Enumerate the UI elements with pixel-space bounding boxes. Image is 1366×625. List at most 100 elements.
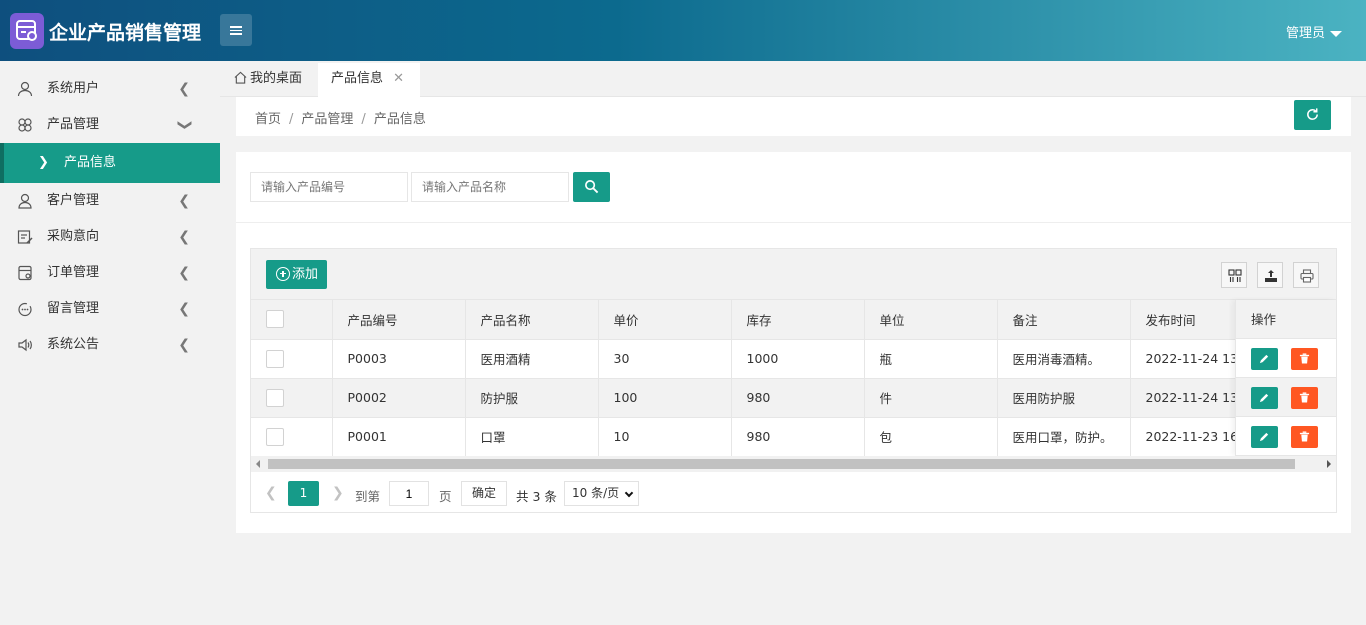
product-code-input[interactable] [250,172,408,202]
column-header[interactable]: 单价 [598,300,732,340]
sidebar-item-label: 客户管理 [47,193,100,208]
table-row[interactable]: P0003 医用酒精 30 1000 瓶 医用消毒酒精。 2022-11-24 … [251,339,1264,379]
sidebar-item-purchase-intent[interactable]: 采购意向 ❮ [0,219,220,255]
table-cell: 瓶 [864,339,998,379]
row-checkbox[interactable] [266,427,284,446]
edit-button[interactable] [1251,426,1278,448]
column-header[interactable]: 库存 [731,300,865,340]
app-title: 企业产品销售管理 [49,22,202,44]
user-icon [17,81,33,97]
add-button[interactable]: 添加 [266,260,327,289]
add-button-label: 添加 [292,267,319,282]
column-header[interactable]: 产品编号 [332,300,466,340]
goto-confirm-button[interactable]: 确定 [461,481,507,506]
table-cell: 1000 [731,339,865,379]
page-size-select[interactable]: 10 条/页 [564,481,639,506]
delete-button[interactable] [1291,387,1318,409]
sidebar-item-label: 产品管理 [47,117,100,132]
horizontal-scrollbar[interactable] [251,456,1336,472]
tab-product-info[interactable]: 产品信息 ✕ [318,63,420,97]
column-header[interactable]: 备注 [997,300,1131,340]
sidebar-item-customer-management[interactable]: 客户管理 ❮ [0,183,220,219]
edit-note-icon [17,230,33,244]
scroll-right-icon[interactable] [1327,460,1331,468]
table-toolbar: 添加 [251,249,1336,300]
chevron-left-icon: ❮ [178,337,190,353]
next-page-icon[interactable]: ❯ [332,485,344,501]
close-icon[interactable]: ✕ [393,63,404,95]
sidebar-item-order-management[interactable]: 订单管理 ❮ [0,255,220,291]
sidebar-item-system-announcement[interactable]: 系统公告 ❮ [0,327,220,363]
hamburger-icon [230,26,242,28]
row-actions [1236,378,1336,417]
sidebar-item-product-management[interactable]: 产品管理 ❮ [0,107,220,143]
column-header[interactable]: 产品名称 [465,300,599,340]
scroll-left-icon[interactable] [256,460,260,468]
search-button[interactable] [573,172,610,202]
current-page[interactable]: 1 [288,481,319,506]
table-header-row: 产品编号 产品名称 单价 库存 单位 备注 发布时间 [251,300,1264,340]
tab-label: 产品信息 [331,71,384,86]
table-cell: P0002 [332,378,466,418]
product-card: 添加 产品编号 产品名称 单价 库存 [236,152,1351,533]
user-menu[interactable]: 管理员 [1286,22,1342,41]
scrollbar-thumb[interactable] [268,459,1295,469]
chevron-right-icon: ❯ [38,155,49,170]
column-header: 操作 [1236,300,1336,339]
refresh-button[interactable] [1294,100,1331,130]
table-cell: 医用口罩，防护。 [997,417,1131,457]
print-button[interactable] [1293,262,1319,288]
breadcrumb-bar: 首页 / 产品管理 / 产品信息 [236,97,1351,136]
tab-bar: 我的桌面 产品信息 ✕ [220,61,1366,97]
print-icon [1300,269,1314,283]
sidebar-item-system-users[interactable]: 系统用户 ❮ [0,71,220,107]
prev-page-icon[interactable]: ❮ [265,485,277,501]
delete-button[interactable] [1291,348,1318,370]
table-cell: 10 [598,417,732,457]
menu-toggle-button[interactable] [220,14,252,46]
edit-button[interactable] [1251,387,1278,409]
sidebar-item-message-management[interactable]: 留言管理 ❮ [0,291,220,327]
sidebar-subitem-product-info[interactable]: ❯ 产品信息 [0,143,220,183]
person-icon [18,193,32,209]
table-cell: 防护服 [465,378,599,418]
edit-button[interactable] [1251,348,1278,370]
data-table: 产品编号 产品名称 单价 库存 单位 备注 发布时间 P0003 医用酒精 30… [251,300,1264,457]
caret-down-icon [1330,30,1342,37]
pencil-icon [1259,432,1269,442]
breadcrumb-home[interactable]: 首页 [255,112,281,127]
column-header[interactable]: 单位 [864,300,998,340]
pencil-icon [1259,354,1269,364]
pagination: ❮ 1 ❯ 到第 页 确定 共 3 条 10 条/页 [251,473,1336,513]
table-cell: 30 [598,339,732,379]
columns-icon [1228,269,1242,282]
row-checkbox[interactable] [266,388,284,407]
tab-home[interactable]: 我的桌面 [234,63,302,97]
select-all-checkbox[interactable] [266,310,284,329]
order-icon [18,265,32,281]
export-button[interactable] [1257,262,1283,288]
total-count: 共 3 条 [516,489,557,504]
sidebar-item-label: 采购意向 [47,229,100,244]
product-name-input[interactable] [411,172,569,202]
columns-filter-button[interactable] [1221,262,1247,288]
page-size-value: 10 条/页 [572,486,620,500]
row-actions [1236,417,1336,456]
chevron-left-icon: ❮ [178,81,190,97]
delete-button[interactable] [1291,426,1318,448]
table-cell: P0001 [332,417,466,457]
table-row[interactable]: P0001 口罩 10 980 包 医用口罩，防护。 2022-11-23 16… [251,417,1264,457]
refresh-icon [1307,108,1318,120]
sidebar: 系统用户 ❮ 产品管理 ❮ ❯ 产品信息 客户管理 ❮ 采购意向 ❮ 订单管理 … [0,61,220,625]
chevron-left-icon: ❮ [178,229,190,245]
chevron-down-icon [624,488,634,498]
chevron-left-icon: ❮ [178,301,190,317]
row-checkbox[interactable] [266,349,284,368]
table-row[interactable]: P0002 防护服 100 980 件 医用防护服 2022-11-24 13:… [251,378,1264,418]
chevron-left-icon: ❮ [178,265,190,281]
goto-page-input[interactable] [389,481,429,506]
table-cell: 980 [731,417,865,457]
operation-column: 操作 [1235,300,1336,456]
sidebar-item-label: 留言管理 [47,301,100,316]
breadcrumb-product-management[interactable]: 产品管理 [301,112,353,127]
